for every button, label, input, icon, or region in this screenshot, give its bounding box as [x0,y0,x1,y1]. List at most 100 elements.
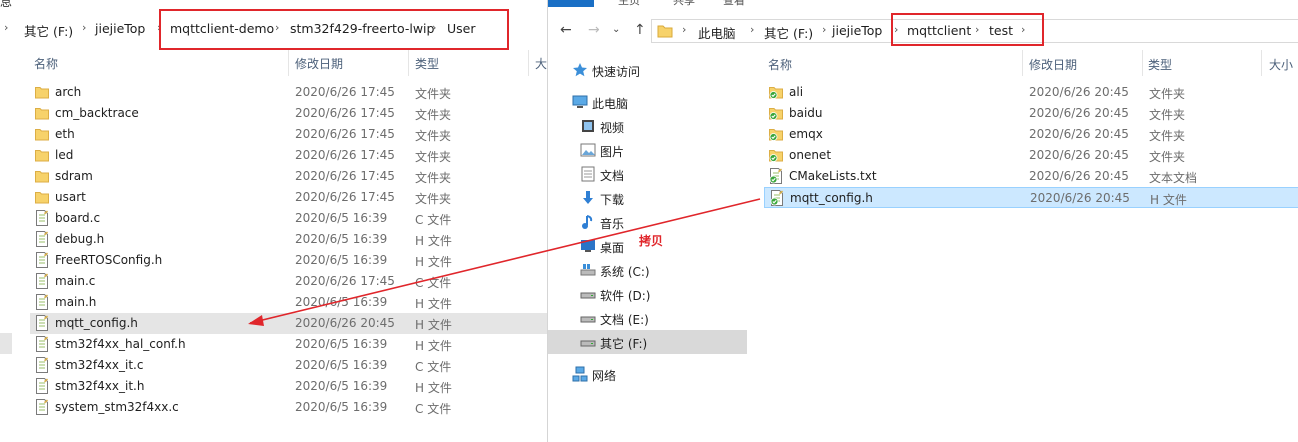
file-name: FreeRTOSConfig.h [55,253,163,267]
file-row[interactable]: mqtt_config.h 2020/6/26 20:45 H 文件 [764,187,1298,208]
file-row[interactable]: FreeRTOSConfig.h 2020/6/5 16:39 H 文件 [30,250,547,271]
tab-file[interactable] [548,0,594,7]
file-date: 2020/6/26 20:45 [1029,127,1129,141]
nav-item-label: 下载 [600,193,625,207]
chevron-right-icon: › [4,21,9,34]
tab-share[interactable]: 共享 [673,0,695,8]
nav-item[interactable]: 其它 (F:) [548,330,747,354]
file-date: 2020/6/26 17:45 [295,106,395,120]
file-row[interactable]: arch 2020/6/26 17:45 文件夹 [30,82,547,103]
column-size-header[interactable]: 大 [535,55,547,72]
file-name: baidu [789,106,823,120]
nav-item[interactable]: 视频 [548,114,747,138]
nav-item[interactable]: 音乐 [548,210,747,234]
chevron-right-icon: › [682,23,687,36]
nav-item[interactable]: 图片 [548,138,747,162]
breadcrumb-drive[interactable]: 其它 (F:) [24,21,73,40]
file-type: 文件夹 [415,192,452,206]
column-name-header[interactable]: 名称 [34,55,58,72]
synced-folder-icon [769,127,783,141]
file-row[interactable]: stm32f4xx_hal_conf.h 2020/6/5 16:39 H 文件 [30,334,547,355]
file-row[interactable]: mqtt_config.h 2020/6/26 20:45 H 文件 [30,313,547,334]
nav-item[interactable]: 文档 (E:) [548,306,747,330]
file-row[interactable]: baidu 2020/6/26 20:45 文件夹 [764,103,1298,124]
nav-item-label: 桌面 [600,241,625,255]
file-type: 文件夹 [1149,87,1186,101]
nav-item-label: 软件 (D:) [600,289,651,303]
nav-item[interactable]: 此电脑 [548,90,747,114]
file-date: 2020/6/26 17:45 [295,85,395,99]
synced-h-file-icon [770,190,784,206]
folder-icon [35,148,49,162]
file-name: stm32f4xx_it.c [55,358,144,372]
file-row[interactable]: eth 2020/6/26 17:45 文件夹 [30,124,547,145]
column-date-header[interactable]: 修改日期 [295,55,343,72]
file-row[interactable]: ali 2020/6/26 20:45 文件夹 [764,82,1298,103]
nav-item[interactable]: 文档 [548,162,747,186]
file-date: 2020/6/5 16:39 [295,337,388,351]
file-row[interactable]: sdram 2020/6/26 17:45 文件夹 [30,166,547,187]
up-arrow-icon[interactable]: ↑ [634,22,646,38]
column-type-header[interactable]: 类型 [415,55,439,72]
file-date: 2020/6/26 20:45 [1029,85,1129,99]
synced-folder-icon [769,106,783,120]
file-row[interactable]: led 2020/6/26 17:45 文件夹 [30,145,547,166]
forward-arrow-icon[interactable]: → [588,22,600,38]
nav-item[interactable]: 快速访问 [548,58,747,82]
column-divider[interactable] [528,50,529,76]
nav-item-label: 系统 (C:) [600,265,650,279]
file-type: 文本文档 [1149,171,1198,185]
file-row[interactable]: system_stm32f4xx.c 2020/6/5 16:39 C 文件 [30,397,547,418]
column-type-header[interactable]: 类型 [1148,56,1172,73]
breadcrumb-drive[interactable]: 其它 (F:) [764,23,813,42]
column-size-header[interactable]: 大小 [1269,56,1293,73]
column-divider[interactable] [1142,50,1143,76]
folder-icon [35,190,49,204]
column-divider[interactable] [1022,50,1023,76]
file-name: system_stm32f4xx.c [55,400,179,414]
file-date: 2020/6/5 16:39 [295,358,388,372]
file-row[interactable]: main.h 2020/6/5 16:39 H 文件 [30,292,547,313]
back-arrow-icon[interactable]: ← [560,22,572,38]
file-row[interactable]: main.c 2020/6/26 17:45 C 文件 [30,271,547,292]
file-row[interactable]: CMakeLists.txt 2020/6/26 20:45 文本文档 [764,166,1298,187]
file-row[interactable]: emqx 2020/6/26 20:45 文件夹 [764,124,1298,145]
file-name: debug.h [55,232,105,246]
c-file-icon [35,357,49,373]
nav-item[interactable]: 系统 (C:) [548,258,747,282]
file-date: 2020/6/26 17:45 [295,274,395,288]
file-date: 2020/6/26 17:45 [295,190,395,204]
file-date: 2020/6/5 16:39 [295,232,388,246]
file-name: CMakeLists.txt [789,169,877,183]
highlight-box [159,9,509,50]
file-row[interactable]: usart 2020/6/26 17:45 文件夹 [30,187,547,208]
column-date-header[interactable]: 修改日期 [1029,56,1077,73]
column-name-header[interactable]: 名称 [768,56,792,73]
left-explorer-window: 息 › 其它 (F:) › jiejieTop › mqttclient-dem… [0,0,547,442]
chevron-down-icon[interactable]: ⌄ [612,24,620,35]
tab-home[interactable]: 主页 [618,0,640,8]
file-row[interactable]: stm32f4xx_it.h 2020/6/5 16:39 H 文件 [30,376,547,397]
file-row[interactable]: onenet 2020/6/26 20:45 文件夹 [764,145,1298,166]
column-divider[interactable] [288,50,289,76]
file-date: 2020/6/26 17:45 [295,169,395,183]
file-row[interactable]: board.c 2020/6/5 16:39 C 文件 [30,208,547,229]
file-row[interactable]: debug.h 2020/6/5 16:39 H 文件 [30,229,547,250]
nav-item-label: 视频 [600,121,625,135]
tab-view[interactable]: 查看 [723,0,745,8]
file-type: H 文件 [415,339,452,353]
column-divider[interactable] [1261,50,1262,76]
download-icon [580,190,596,206]
nav-item[interactable]: 网络 [548,362,747,386]
file-row[interactable]: cm_backtrace 2020/6/26 17:45 文件夹 [30,103,547,124]
column-divider[interactable] [408,50,409,76]
breadcrumb-jiejietop[interactable]: jiejieTop [95,21,145,36]
breadcrumb-this-pc[interactable]: 此电脑 [698,23,736,42]
nav-item-label: 文档 [600,169,625,183]
file-row[interactable]: stm32f4xx_it.c 2020/6/5 16:39 C 文件 [30,355,547,376]
c-file-icon [35,210,49,226]
nav-item[interactable]: 软件 (D:) [548,282,747,306]
nav-item[interactable]: 下载 [548,186,747,210]
folder-icon [35,106,49,120]
breadcrumb-jiejietop[interactable]: jiejieTop [832,23,882,38]
